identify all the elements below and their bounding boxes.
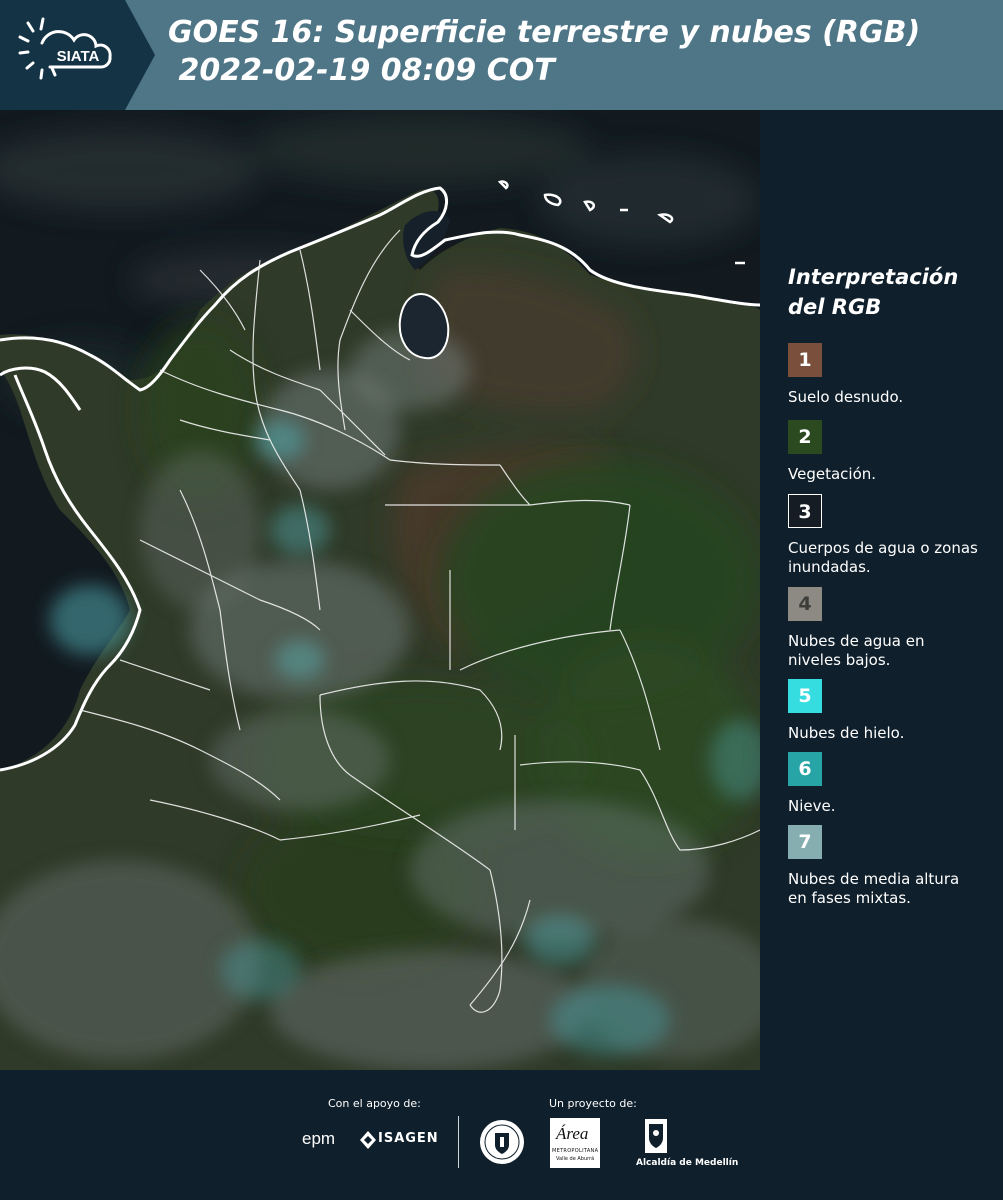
satellite-map: [0, 110, 760, 1070]
footer: Con el apoyo de: Un proyecto de: epm ISA…: [0, 1070, 1003, 1200]
legend-title: Interpretación del RGB: [788, 265, 959, 319]
epm-logo: epm: [302, 1129, 336, 1148]
legend-label-6: Nieve.: [788, 797, 836, 815]
area-logo-text: Área: [556, 1124, 589, 1143]
legend-swatch-1: 1: [788, 343, 822, 377]
page-title: GOES 16: Superficie terrestre y nubes (R…: [168, 14, 920, 90]
legend-swatch-6: 6: [788, 752, 822, 786]
legend-label-2: Vegetación.: [788, 465, 877, 483]
legend-swatch-5: 5: [788, 679, 822, 713]
title-line-1: GOES 16: Superficie terrestre y nubes (R…: [168, 15, 921, 50]
isagen-logo: ISAGEN: [360, 1130, 440, 1152]
legend-label-5: Nubes de hielo.: [788, 724, 905, 742]
area-metropolitana-logo: Área METROPOLITANA Valle de Aburrá: [550, 1118, 600, 1168]
footer-divider: [458, 1116, 459, 1168]
legend-label-1: Suelo desnudo.: [788, 388, 904, 406]
support-label: Con el apoyo de:: [328, 1097, 421, 1110]
legend-label-4: Nubes de agua en niveles bajos.: [788, 632, 925, 669]
legend-item-7: 7 Nubes de media altura en fases mixtas.: [788, 825, 988, 908]
area-logo-sub1: METROPOLITANA: [552, 1148, 599, 1154]
project-label: Un proyecto de:: [549, 1097, 637, 1110]
title-line-2: 2022-02-19 08:09 COT: [168, 53, 555, 88]
isagen-icon: [360, 1131, 376, 1149]
logo-text: SIATA: [57, 48, 100, 65]
siata-logo: SIATA: [0, 0, 155, 110]
alcaldia-text: Alcaldía de Medellín: [636, 1158, 739, 1168]
legend-item-1: 1 Suelo desnudo.: [788, 343, 988, 407]
area-logo-sub2: Valle de Aburrá: [556, 1156, 595, 1162]
legend-label-7: Nubes de media altura en fases mixtas.: [788, 870, 960, 907]
legend-item-5: 5 Nubes de hielo.: [788, 679, 988, 743]
legend-item-6: 6 Nieve.: [788, 752, 988, 816]
isagen-text: ISAGEN: [378, 1131, 439, 1146]
medellin-seal-icon: [478, 1118, 526, 1170]
header-bar: SIATA GOES 16: Superficie terrestre y nu…: [0, 0, 1003, 110]
legend-swatch-2: 2: [788, 420, 822, 454]
legend-item-3: 3 Cuerpos de agua o zonas inundadas.: [788, 494, 988, 577]
legend-swatch-4: 4: [788, 587, 822, 621]
legend-swatch-3: 3: [788, 494, 822, 528]
legend-swatch-7: 7: [788, 825, 822, 859]
legend-item-2: 2 Vegetación.: [788, 420, 988, 484]
alcaldia-logo: Alcaldía de Medellín: [636, 1118, 738, 1170]
legend-label-3: Cuerpos de agua o zonas inundadas.: [788, 539, 978, 576]
legend-item-4: 4 Nubes de agua en niveles bajos.: [788, 587, 988, 670]
alcaldia-shield-icon: [645, 1119, 667, 1153]
